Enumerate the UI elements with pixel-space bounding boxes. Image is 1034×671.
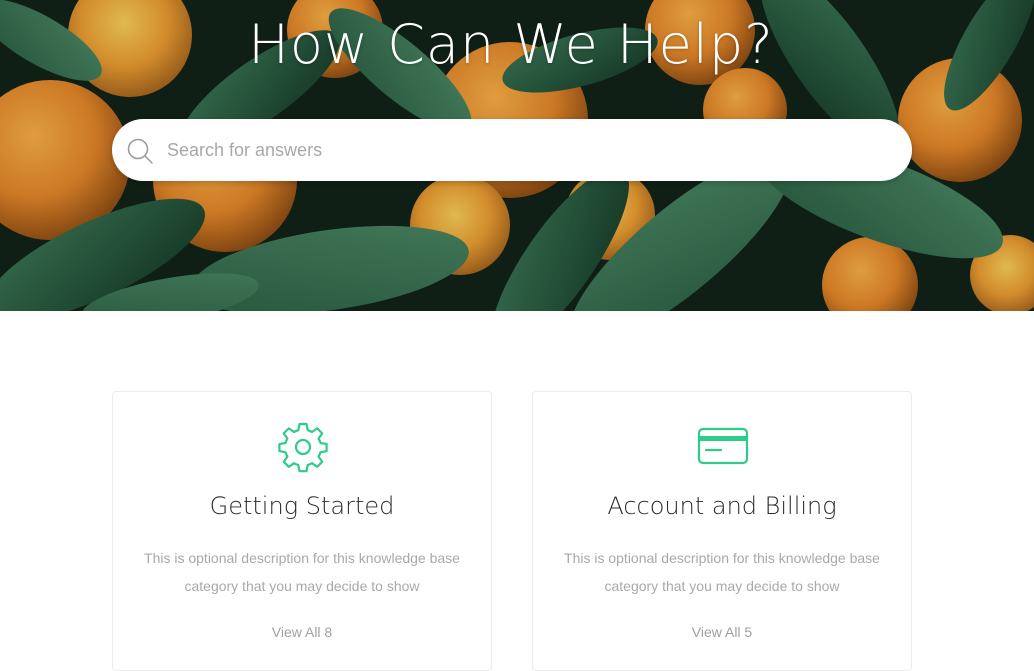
credit-card-icon [697, 427, 749, 465]
category-card-getting-started[interactable]: Getting Started This is optional descrip… [112, 391, 492, 671]
category-card-account-billing[interactable]: Account and Billing This is optional des… [532, 391, 912, 671]
search-input[interactable] [167, 119, 887, 181]
gear-icon [278, 422, 328, 473]
hero-banner: How Can We Help? [0, 0, 1034, 311]
search-icon [127, 138, 153, 164]
view-all-link[interactable]: View All 8 [113, 624, 491, 640]
category-title: Getting Started [209, 492, 395, 520]
view-all-link[interactable]: View All 5 [533, 624, 911, 640]
category-description: This is optional description for this kn… [564, 550, 880, 594]
category-title: Account and Billing [607, 492, 837, 520]
search-bar[interactable] [112, 119, 912, 181]
category-description: This is optional description for this kn… [144, 550, 460, 594]
page-title: How Can We Help? [248, 13, 774, 76]
